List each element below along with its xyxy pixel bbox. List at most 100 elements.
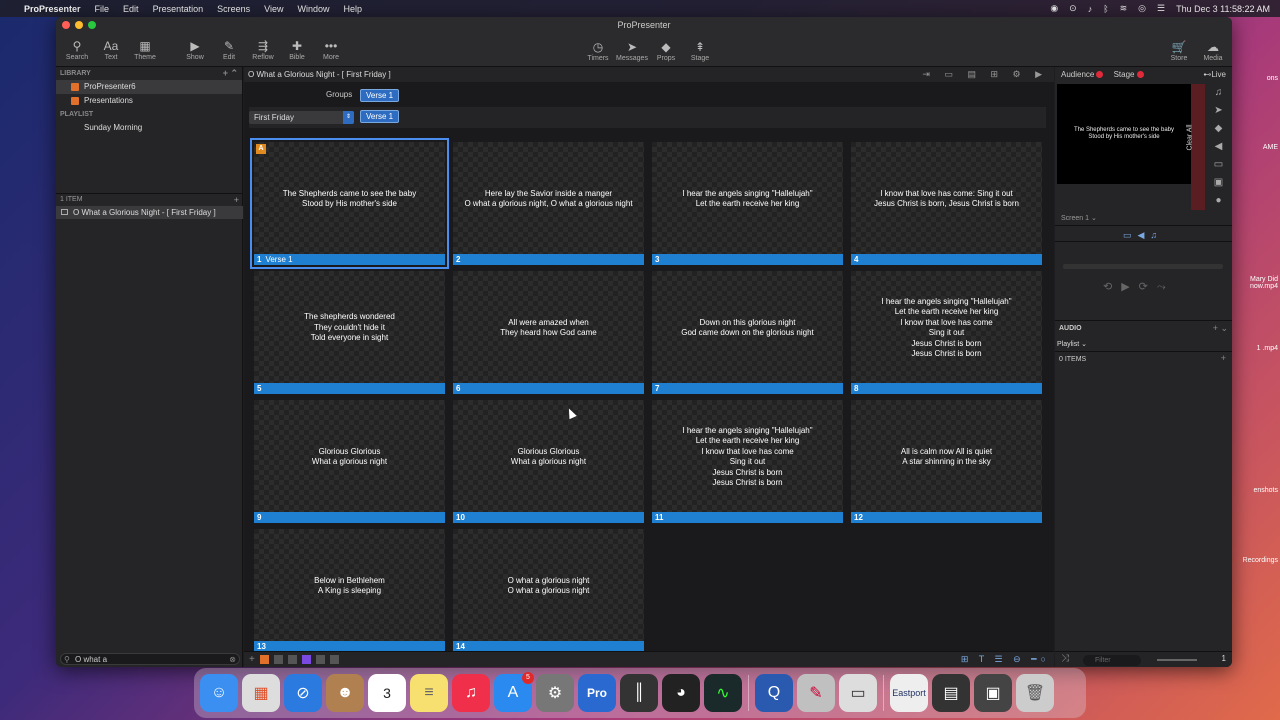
- add-audio-icon[interactable]: +: [1221, 353, 1226, 363]
- audience-preview[interactable]: The Shepherds came to see the baby Stood…: [1057, 84, 1191, 184]
- toolbar-messages-button[interactable]: ➤ Messages: [615, 40, 649, 62]
- slide-thumbnail[interactable]: Glorious Glorious What a glorious night 9: [254, 400, 445, 523]
- calendar-icon[interactable]: 3: [368, 674, 406, 712]
- group-verse1-button[interactable]: Verse 1: [360, 89, 400, 102]
- screen-dropdown[interactable]: Screen 1 ⌄: [1061, 214, 1097, 222]
- transition-icon[interactable]: [273, 655, 283, 664]
- desktop-item[interactable]: AME: [1234, 144, 1278, 151]
- add-slide-icon[interactable]: +: [249, 654, 255, 665]
- bluetooth-icon[interactable]: ᛒ: [1103, 4, 1108, 14]
- toolbar-search-button[interactable]: ⚲ Search: [60, 39, 94, 61]
- menu-view[interactable]: View: [264, 4, 283, 14]
- shuffle-icon[interactable]: ⤨: [1061, 653, 1069, 664]
- window-thumbnail-icon[interactable]: ▣: [974, 674, 1012, 712]
- clear-video-icon[interactable]: ●: [1205, 192, 1232, 210]
- transition-icon-4[interactable]: [329, 655, 339, 664]
- slide-thumbnail[interactable]: Below in Bethlehem A King is sleeping 13: [254, 529, 445, 652]
- quicktime-icon[interactable]: Q: [755, 674, 793, 712]
- clear-announcements-icon[interactable]: ◀: [1205, 138, 1232, 156]
- contacts-icon[interactable]: ☻: [326, 674, 364, 712]
- toolbar-show-button[interactable]: ▶ Show: [178, 39, 212, 61]
- sidebar-search-input[interactable]: ⚲ O what a ⊗: [60, 653, 240, 665]
- app-store-icon[interactable]: A5: [494, 672, 534, 712]
- add-item-icon[interactable]: +: [234, 194, 239, 206]
- slide-thumbnail[interactable]: I hear the angels singing "Hallelujah" L…: [652, 142, 843, 265]
- menu-help[interactable]: Help: [344, 4, 363, 14]
- library-add-collapse-icons[interactable]: + ⌃: [223, 67, 238, 80]
- transport-controls[interactable]: ⟲▶⟳⤳: [1103, 280, 1175, 294]
- toolbar-edit-button[interactable]: ✎ Edit: [212, 39, 246, 61]
- transition-icon-2[interactable]: [287, 655, 297, 664]
- music-icon[interactable]: ♫: [452, 674, 490, 712]
- scanner-icon[interactable]: ▭: [839, 674, 877, 712]
- activity-monitor-icon[interactable]: ∿: [704, 674, 742, 712]
- launchpad-icon[interactable]: ▦: [242, 674, 280, 712]
- clear-slide-icon[interactable]: ▭: [1205, 156, 1232, 174]
- toolbar-store-button[interactable]: 🛒 Store: [1162, 40, 1196, 62]
- toolbar-media-button[interactable]: ☁ Media: [1196, 40, 1230, 62]
- volume-icon[interactable]: ♪: [1088, 4, 1093, 14]
- clear-all-button[interactable]: Clear All: [1187, 84, 1205, 210]
- desktop-item[interactable]: 1 .mp4: [1234, 345, 1278, 352]
- menu-presentation[interactable]: Presentation: [153, 4, 204, 14]
- transition-icon-3[interactable]: [315, 655, 325, 664]
- menu-file[interactable]: File: [95, 4, 110, 14]
- toolbar-timers-button[interactable]: ◷ Timers: [581, 40, 615, 62]
- finder-icon[interactable]: ☺: [200, 674, 238, 712]
- toolbar-reflow-button[interactable]: ⇶ Reflow: [246, 39, 280, 61]
- slide-thumbnail[interactable]: I know that love has come: Sing it out J…: [851, 142, 1042, 265]
- toolbar-stage-button[interactable]: ⇞ Stage: [683, 40, 717, 62]
- clear-media-icon[interactable]: ▣: [1205, 174, 1232, 192]
- desktop-item[interactable]: Mary Did now.mp4: [1234, 276, 1278, 290]
- slide-thumbnail[interactable]: All were amazed when They heard how God …: [453, 271, 644, 394]
- slide-thumbnail[interactable]: Here lay the Savior inside a manger O wh…: [453, 142, 644, 265]
- clear-props-icon[interactable]: ◆: [1205, 120, 1232, 138]
- playlist-dropdown[interactable]: Playlist ⌄: [1057, 340, 1087, 348]
- desktop-item[interactable]: enshots: [1234, 487, 1278, 494]
- cleaner-icon[interactable]: ✎: [797, 674, 835, 712]
- menu-window[interactable]: Window: [298, 4, 330, 14]
- purple-label-icon[interactable]: [301, 655, 311, 664]
- view-mode-icons[interactable]: ⇥ ▭ ▤ ⊞ ⚙ ▶: [922, 67, 1048, 82]
- system-preferences-icon[interactable]: ⚙: [536, 674, 574, 712]
- library-item-propresenter6[interactable]: ProPresenter6: [56, 80, 242, 94]
- notes-icon[interactable]: ≡: [410, 674, 448, 712]
- clock[interactable]: Thu Dec 3 11:58:22 AM: [1176, 4, 1270, 14]
- audio-add-collapse-icons[interactable]: + ⌄: [1213, 323, 1228, 334]
- close-window-button[interactable]: [62, 21, 70, 29]
- user-icon[interactable]: ◎: [1138, 3, 1146, 14]
- play-status-icon[interactable]: ⊙: [1069, 3, 1077, 14]
- clear-audio-icon[interactable]: ♫: [1205, 84, 1232, 102]
- trash-icon[interactable]: 🗑: [1016, 674, 1054, 712]
- menu-app-name[interactable]: ProPresenter: [24, 4, 81, 14]
- orange-label-icon[interactable]: [259, 655, 269, 664]
- slide-thumbnail[interactable]: The shepherds wondered They couldn't hid…: [254, 271, 445, 394]
- audio-mixer-icon[interactable]: ║: [620, 674, 658, 712]
- slide-thumbnail[interactable]: I hear the angels singing "Hallelujah" L…: [652, 400, 843, 523]
- desktop-item[interactable]: Recordings: [1234, 557, 1278, 564]
- propresenter-dock-icon[interactable]: Pro: [578, 674, 616, 712]
- audience-label[interactable]: Audience: [1061, 70, 1094, 79]
- library-item-presentations[interactable]: Presentations: [56, 94, 242, 108]
- desktop-item[interactable]: ons: [1234, 75, 1278, 82]
- toolbar-text-button[interactable]: Aa Text: [94, 39, 128, 61]
- arrangement-verse1-chip[interactable]: Verse 1: [360, 110, 400, 123]
- document-thumbnail-icon[interactable]: Eastport: [890, 674, 928, 712]
- wifi-icon[interactable]: ≋: [1120, 3, 1128, 14]
- toolbar-more-button[interactable]: ••• More: [314, 39, 348, 61]
- davinci-resolve-icon[interactable]: ◕: [662, 674, 700, 712]
- menu-screens[interactable]: Screens: [217, 4, 250, 14]
- screenshot-thumbnail-icon[interactable]: ▤: [932, 674, 970, 712]
- media-type-icons[interactable]: ▭◀♫: [1123, 230, 1163, 241]
- slide-thumbnail[interactable]: All is calm now All is quiet A star shin…: [851, 400, 1042, 523]
- minimize-window-button[interactable]: [75, 21, 83, 29]
- audio-zoom-slider[interactable]: [1157, 659, 1197, 661]
- toolbar-bible-button[interactable]: ✚ Bible: [280, 39, 314, 61]
- control-center-icon[interactable]: ☰: [1157, 3, 1165, 14]
- slide-thumbnail[interactable]: Down on this glorious night God came dow…: [652, 271, 843, 394]
- zoom-window-button[interactable]: [88, 21, 96, 29]
- slide-thumbnail[interactable]: A The Shepherds came to see the baby Stoo…: [250, 138, 449, 269]
- slide-thumbnail[interactable]: O what a glorious night O what a gloriou…: [453, 529, 644, 652]
- clear-search-icon[interactable]: ⊗: [229, 654, 236, 665]
- live-toggle[interactable]: ⊷Live: [1203, 67, 1226, 83]
